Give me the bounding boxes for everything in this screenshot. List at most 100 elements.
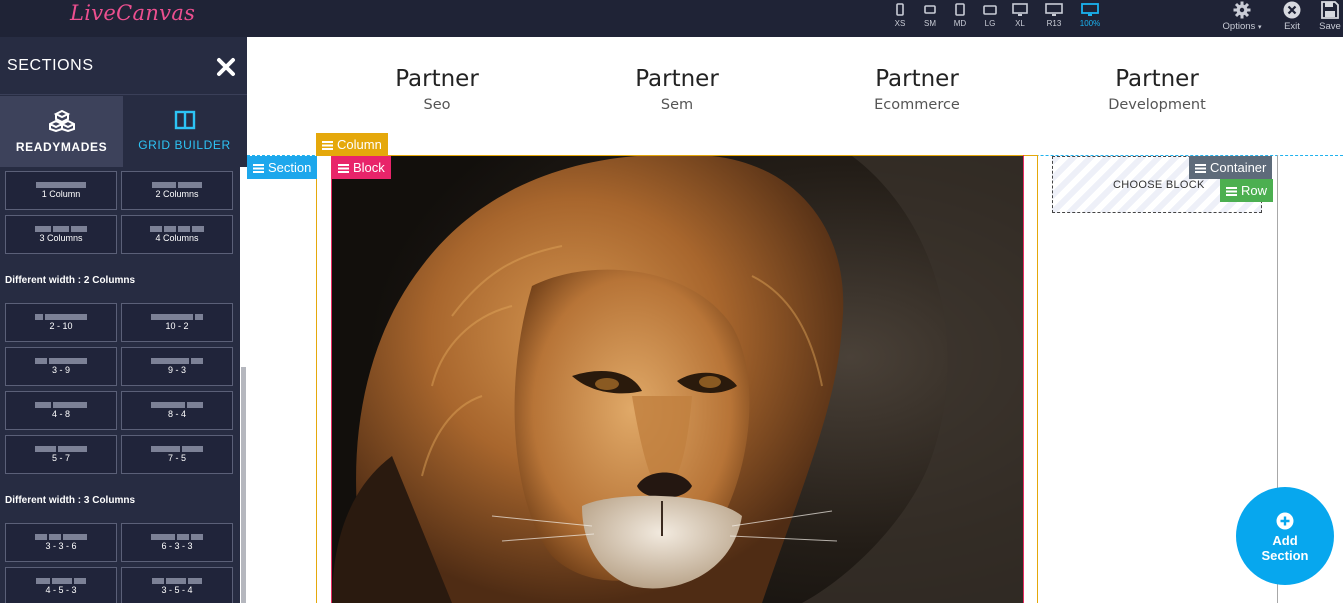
layout-label: 10 - 2 [165, 321, 189, 331]
sidebar-tabs: READYMADES GRID BUILDER [0, 96, 247, 167]
layout-label: 4 - 5 - 3 [45, 585, 77, 595]
options-button[interactable]: Options ▾ [1218, 1, 1266, 32]
sidebar-scroll-thumb[interactable] [241, 367, 246, 603]
partner-ecommerce-icon [887, 37, 947, 47]
add-section-label-line1: Add [1272, 533, 1298, 548]
device-r13-label: R13 [1046, 19, 1062, 28]
layout-2-10[interactable]: 2 - 10 [5, 303, 117, 342]
exit-button[interactable]: Exit [1279, 1, 1305, 32]
layout-3-9[interactable]: 3 - 9 [5, 347, 117, 386]
column-tag[interactable]: Column [316, 133, 388, 156]
layout-label: 8 - 4 [167, 409, 186, 419]
device-100-label: 100% [1079, 19, 1101, 28]
phone-icon [896, 3, 904, 16]
partner-development-icon [1127, 37, 1187, 47]
layout-4-5-3[interactable]: 4 - 5 - 3 [5, 567, 117, 603]
layout-9-3[interactable]: 9 - 3 [121, 347, 233, 386]
exit-label: Exit [1284, 21, 1300, 32]
layout-10-2[interactable]: 10 - 2 [121, 303, 233, 342]
tab-readymades[interactable]: READYMADES [0, 96, 123, 167]
group-title-2-columns: Different width : 2 Columns [5, 275, 135, 286]
device-100-button[interactable]: 100% [1075, 3, 1105, 33]
menu-icon [338, 164, 349, 173]
layout-2-columns[interactable]: 2 Columns [121, 171, 233, 210]
layout-3-columns[interactable]: 3 Columns [5, 215, 117, 254]
partner-title: Partner [875, 66, 959, 92]
row-tag-label: Row [1241, 183, 1268, 198]
group-title-3-columns: Different width : 3 Columns [5, 495, 135, 506]
layout-1-column[interactable]: 1 Column [5, 171, 117, 210]
options-caret-icon: ▾ [1257, 24, 1262, 31]
partner-sem-icon [647, 37, 707, 47]
device-xl-button[interactable]: XL [1005, 3, 1035, 33]
layout-label: 5 - 7 [51, 453, 70, 463]
desktop-icon [1045, 3, 1063, 16]
menu-icon [253, 164, 264, 173]
layout-label: 3 - 3 - 6 [45, 541, 77, 551]
layout-label: 3 Columns [39, 233, 83, 243]
tablet-icon [955, 3, 965, 16]
layout-label: 6 - 3 - 3 [161, 541, 193, 551]
device-md-label: MD [953, 19, 967, 28]
device-xs-label: XS [894, 19, 906, 28]
device-r13-button[interactable]: R13 [1039, 3, 1069, 33]
tab-readymades-label: READYMADES [15, 140, 108, 154]
save-label: Save [1319, 21, 1341, 32]
sections-sidebar: SECTIONS READYMADES GRID BUILDER 1 Colum… [0, 37, 247, 603]
device-md-button[interactable]: MD [945, 3, 975, 33]
partner-subtitle: Sem [660, 97, 694, 113]
menu-icon [1195, 164, 1206, 173]
device-lg-button[interactable]: LG [975, 3, 1005, 33]
layout-label: 3 - 5 - 4 [161, 585, 193, 595]
block-tag[interactable]: Block [332, 156, 391, 179]
layout-label: 4 - 8 [51, 409, 70, 419]
menu-icon [322, 141, 333, 150]
save-icon [1321, 1, 1339, 19]
layout-8-4[interactable]: 8 - 4 [121, 391, 233, 430]
layout-3-3-6[interactable]: 3 - 3 - 6 [5, 523, 117, 562]
partner-seo-icon [407, 37, 467, 47]
choose-block-label: CHOOSE BLOCK [1113, 179, 1205, 191]
layout-7-5[interactable]: 7 - 5 [121, 435, 233, 474]
close-icon[interactable] [216, 57, 236, 77]
partner-subtitle: Development [1108, 97, 1206, 113]
add-section-button[interactable]: Add Section [1236, 487, 1334, 585]
layout-label: 2 Columns [155, 189, 199, 199]
layout-5-7[interactable]: 5 - 7 [5, 435, 117, 474]
app-logo: LiveCanvas [70, 1, 196, 25]
layout-4-8[interactable]: 4 - 8 [5, 391, 117, 430]
partner-title: Partner [395, 66, 479, 92]
device-sm-button[interactable]: SM [915, 3, 945, 33]
layout-3-5-4[interactable]: 3 - 5 - 4 [121, 567, 233, 603]
block-outline [331, 155, 1024, 603]
options-label: Options [1222, 21, 1256, 32]
device-lg-label: LG [984, 19, 996, 28]
layout-6-3-3[interactable]: 6 - 3 - 3 [121, 523, 233, 562]
top-toolbar: LiveCanvas XS SM MD LG XL R13 100% Optio… [0, 0, 1343, 37]
partner-subtitle: Seo [423, 97, 451, 113]
layout-label: 7 - 5 [167, 453, 186, 463]
device-xs-button[interactable]: XS [885, 3, 915, 33]
partner-title: Partner [635, 66, 719, 92]
block-tag-label: Block [353, 160, 385, 175]
grid-layout-icon [174, 110, 195, 130]
desktop-icon [1081, 3, 1099, 16]
menu-icon [1226, 187, 1237, 196]
column-tag-label: Column [337, 137, 382, 152]
row-tag[interactable]: Row [1220, 179, 1274, 202]
device-xl-label: XL [1015, 19, 1025, 28]
close-circle-icon [1283, 1, 1301, 19]
tab-grid-builder-label: GRID BUILDER [138, 138, 231, 152]
cubes-icon [48, 110, 75, 132]
save-button[interactable]: Save [1317, 1, 1343, 32]
sidebar-title: SECTIONS [7, 57, 94, 74]
layout-label: 2 - 10 [49, 321, 73, 331]
gear-icon [1233, 1, 1251, 19]
container-tag[interactable]: Container [1189, 156, 1273, 179]
layout-label: 3 - 9 [51, 365, 70, 375]
plus-circle-icon [1276, 512, 1294, 530]
section-tag[interactable]: Section [247, 156, 318, 179]
layout-label: 4 Columns [155, 233, 199, 243]
layout-4-columns[interactable]: 4 Columns [121, 215, 233, 254]
tab-grid-builder[interactable]: GRID BUILDER [123, 96, 246, 167]
